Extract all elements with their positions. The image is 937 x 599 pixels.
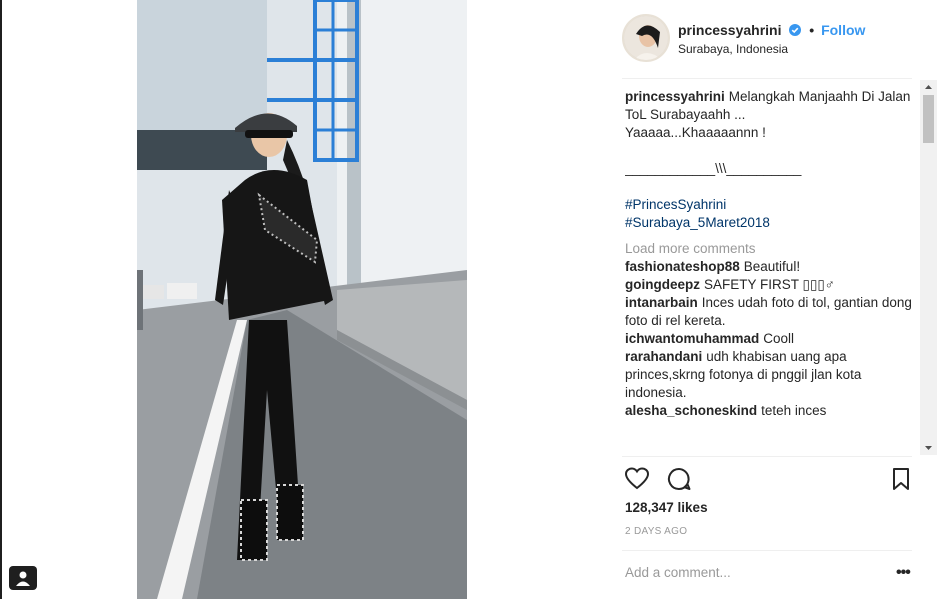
post-username[interactable]: princessyahrini bbox=[678, 22, 782, 38]
scrollbar-thumb[interactable] bbox=[923, 95, 934, 143]
comment-username[interactable]: ichwantomuhammad bbox=[625, 331, 759, 346]
comment-text: teteh inces bbox=[761, 403, 827, 418]
follow-button[interactable]: Follow bbox=[821, 22, 865, 38]
window-edge bbox=[0, 0, 2, 599]
comments-divider bbox=[622, 456, 912, 457]
comment-text: Cooll bbox=[763, 331, 795, 346]
comments-scrollbar[interactable] bbox=[920, 80, 937, 455]
caption-username[interactable]: princessyahrini bbox=[625, 89, 725, 104]
comment-text: SAFETY FIRST ▯▯▯♂ bbox=[704, 277, 835, 292]
post-caption: princessyahrini Melangkah Manjaahh Di Jal… bbox=[625, 88, 913, 232]
scroll-up-arrow-icon[interactable] bbox=[920, 80, 937, 94]
heart-icon[interactable] bbox=[624, 466, 650, 492]
comment-item: intanarbain Inces udah foto di tol, ganti… bbox=[625, 294, 913, 330]
caption-line-2: Yaaaaa...Khaaaaannn ! bbox=[625, 125, 766, 140]
comment-username[interactable]: fashionateshop88 bbox=[625, 259, 740, 274]
user-tag-icon[interactable] bbox=[9, 566, 37, 590]
post-actions bbox=[624, 466, 914, 494]
avatar[interactable] bbox=[622, 14, 670, 62]
post-location[interactable]: Surabaya, Indonesia bbox=[678, 42, 788, 56]
add-comment-input[interactable]: Add a comment... bbox=[625, 565, 885, 580]
comment-item: fashionateshop88 Beautiful! bbox=[625, 258, 913, 276]
verified-badge-icon bbox=[789, 24, 802, 36]
comment-username[interactable]: alesha_schoneskind bbox=[625, 403, 757, 418]
scroll-down-arrow-icon[interactable] bbox=[920, 441, 937, 455]
separator-dot: • bbox=[809, 22, 815, 38]
footer-divider bbox=[622, 550, 912, 551]
header-divider bbox=[622, 78, 912, 79]
bookmark-icon[interactable] bbox=[888, 466, 914, 492]
comment-item: rarahandani udh khabisan uang apa princes… bbox=[625, 348, 913, 402]
comments-panel[interactable]: princessyahrini Melangkah Manjaahh Di Jal… bbox=[625, 88, 913, 458]
post-timestamp[interactable]: 2 DAYS AGO bbox=[625, 526, 687, 537]
caption-line-3: ____________\\\__________ bbox=[625, 161, 802, 176]
comment-username[interactable]: goingdeepz bbox=[625, 277, 700, 292]
photo-illustration bbox=[137, 0, 467, 599]
comment-icon[interactable] bbox=[666, 466, 692, 492]
comment-item: alesha_schoneskind teteh inces bbox=[625, 402, 913, 420]
comment-username[interactable]: rarahandani bbox=[625, 349, 702, 364]
hashtag-link[interactable]: #Surabaya_5Maret2018 bbox=[625, 214, 913, 232]
comment-item: goingdeepz SAFETY FIRST ▯▯▯♂ bbox=[625, 276, 913, 294]
post-photo[interactable] bbox=[137, 0, 467, 599]
more-options-button[interactable]: ••• bbox=[896, 564, 911, 582]
comment-item: ichwantomuhammad Cooll bbox=[625, 330, 913, 348]
comment-username[interactable]: intanarbain bbox=[625, 295, 698, 310]
comment-text: Beautiful! bbox=[743, 259, 801, 274]
likes-count[interactable]: 128,347 likes bbox=[625, 500, 708, 515]
load-more-comments-link[interactable]: Load more comments bbox=[625, 240, 913, 258]
hashtag-link[interactable]: #PrincesSyahrini bbox=[625, 196, 913, 214]
post-header: princessyahrini • Follow Surabaya, Indon… bbox=[622, 14, 922, 64]
